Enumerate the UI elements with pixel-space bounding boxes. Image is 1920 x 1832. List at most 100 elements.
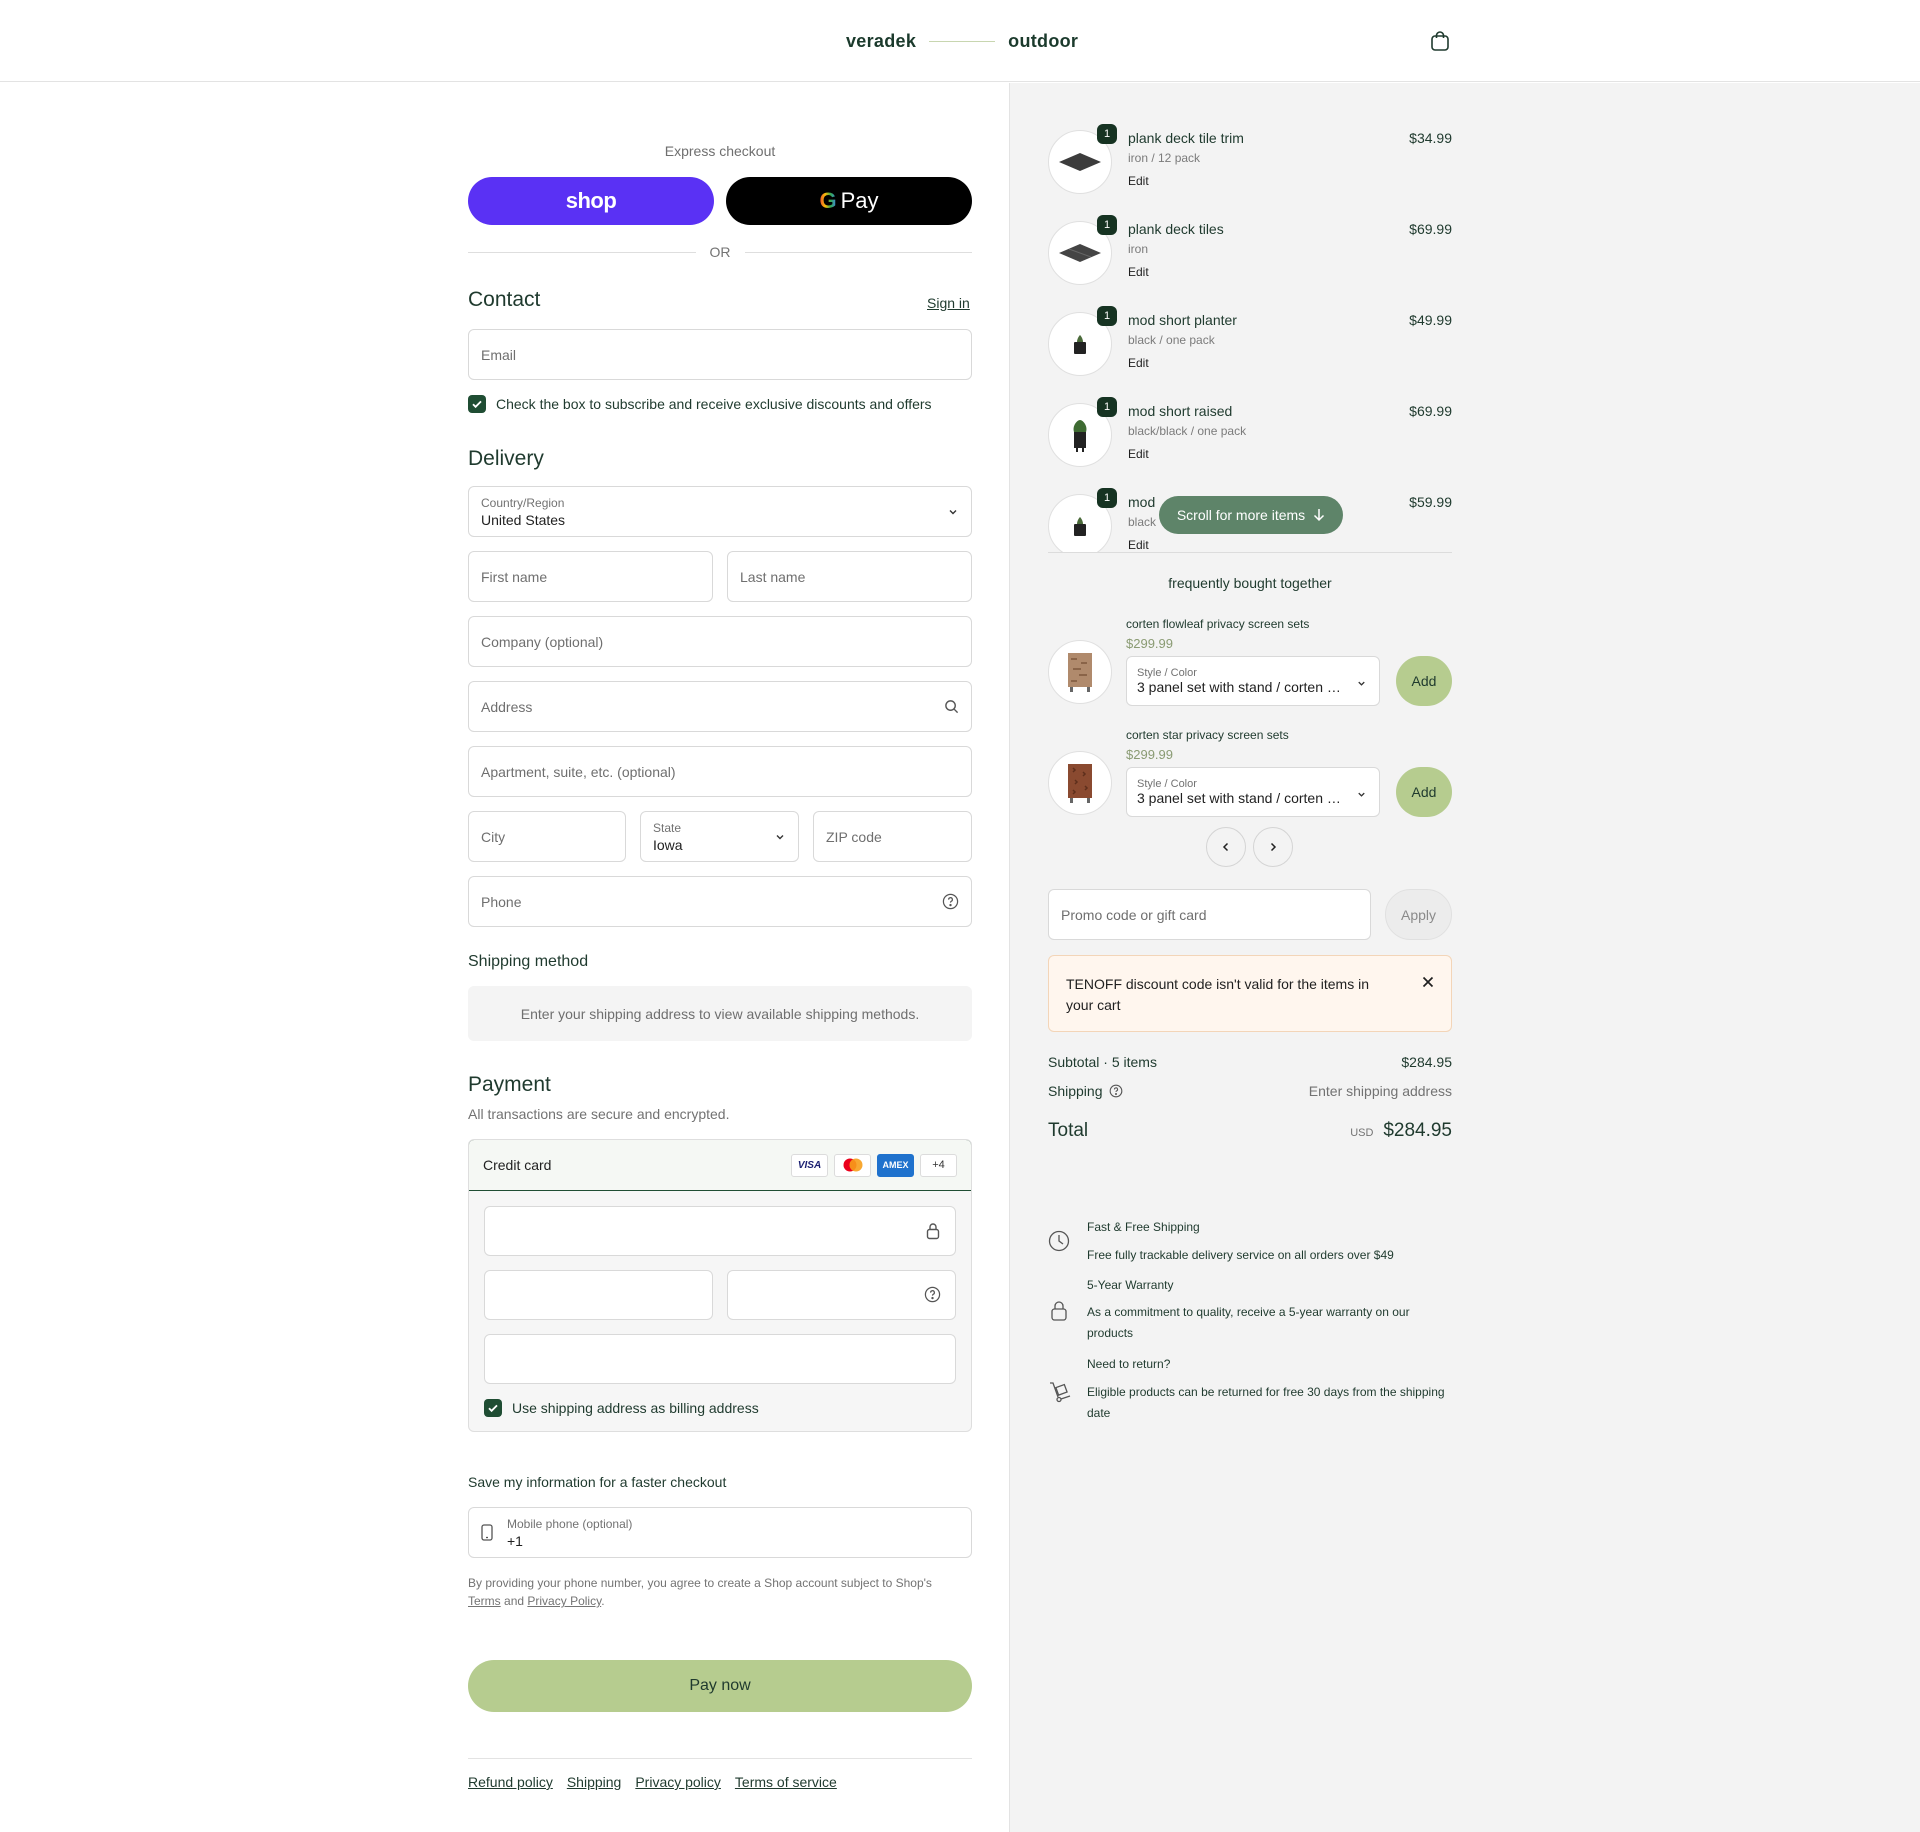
mobile-phone-field[interactable]: Mobile phone (optional) +1 — [468, 1507, 972, 1558]
fbt-add-label: Add — [1411, 673, 1437, 689]
mastercard-icon — [834, 1153, 871, 1177]
refund-policy-link[interactable]: Refund policy — [468, 1774, 553, 1790]
card-brands: VISA AMEX +4 — [791, 1153, 957, 1177]
subtotal-value: $284.95 — [1401, 1054, 1452, 1070]
total-label: Total — [1048, 1120, 1089, 1141]
fbt-title: frequently bought together — [1168, 575, 1332, 591]
subscribe-checkbox[interactable] — [468, 395, 486, 413]
billing-same-row[interactable]: Use shipping address as billing address — [484, 1399, 759, 1417]
company-placeholder: Company (optional) — [481, 633, 604, 650]
credit-card-panel: Credit card VISA AMEX +4 Use shipping ad… — [468, 1139, 972, 1432]
company-field[interactable]: Company (optional) — [468, 616, 972, 667]
quantity-badge: 1 — [1097, 124, 1117, 144]
shipping-row: Shipping Enter shipping address — [1048, 1083, 1452, 1099]
name-on-card-input[interactable] — [484, 1334, 956, 1384]
terms-of-service-link[interactable]: Terms of service — [735, 1774, 837, 1790]
hand-truck-icon — [1048, 1380, 1072, 1409]
chevron-down-icon — [1356, 787, 1367, 805]
quantity-badge: 1 — [1097, 397, 1117, 417]
scroll-for-more-button[interactable]: Scroll for more items — [1159, 496, 1343, 534]
shipping-method-note: Enter your shipping address to view avai… — [468, 986, 972, 1041]
fbt-style-select[interactable]: Style / Color 3 panel set with stand / c… — [1126, 656, 1380, 706]
promo-placeholder: Promo code or gift card — [1061, 906, 1207, 923]
brand-divider — [929, 40, 996, 42]
billing-same-checkbox[interactable] — [484, 1399, 502, 1417]
carousel-next-button[interactable] — [1253, 827, 1293, 867]
security-code-input[interactable] — [727, 1270, 956, 1320]
express-checkout-label: Express checkout — [664, 143, 776, 159]
item-edit-link[interactable]: Edit — [1128, 265, 1149, 279]
shopping-bag-icon[interactable] — [1428, 29, 1452, 53]
fbt-add-button[interactable]: Add — [1396, 767, 1452, 817]
chevron-down-icon — [1356, 676, 1367, 694]
fbt-select-value: 3 panel set with stand / corten steel — [1137, 679, 1347, 695]
help-circle-icon[interactable] — [942, 893, 959, 910]
shop-pay-label: shop — [565, 188, 617, 213]
carousel-prev-button[interactable] — [1206, 827, 1246, 867]
fbt-style-select[interactable]: Style / Color 3 panel set with stand / c… — [1126, 767, 1380, 817]
subtotal-row: Subtotal · 5 items $284.95 — [1048, 1054, 1452, 1070]
total-value: $284.95 — [1383, 1120, 1452, 1141]
contact-title: Contact — [468, 288, 541, 311]
item-edit-link[interactable]: Edit — [1128, 356, 1149, 370]
promo-code-input[interactable]: Promo code or gift card — [1048, 889, 1371, 940]
fbt-add-button[interactable]: Add — [1396, 656, 1452, 706]
shipping-value: Enter shipping address — [1308, 1083, 1452, 1099]
close-icon[interactable] — [1422, 976, 1434, 988]
privacy-policy-link[interactable]: Privacy policy — [635, 1774, 721, 1790]
subscribe-row[interactable]: Check the box to subscribe and receive e… — [468, 395, 932, 413]
help-circle-icon[interactable] — [1109, 1084, 1123, 1098]
email-field[interactable]: Email — [468, 329, 972, 380]
benefit-title: Need to return? — [1087, 1357, 1171, 1371]
zip-field[interactable]: ZIP code — [813, 811, 972, 862]
city-field[interactable]: City — [468, 811, 626, 862]
benefit-title: Fast & Free Shipping — [1087, 1220, 1200, 1234]
zip-placeholder: ZIP code — [826, 828, 882, 845]
apartment-field[interactable]: Apartment, suite, etc. (optional) — [468, 746, 972, 797]
google-pay-label: Pay — [840, 188, 879, 213]
payment-title: Payment — [468, 1073, 551, 1096]
pay-now-button[interactable]: Pay now — [468, 1660, 972, 1712]
or-label: OR — [709, 244, 731, 260]
benefit-title: 5-Year Warranty — [1087, 1278, 1174, 1292]
item-price: $69.99 — [1409, 221, 1452, 237]
item-name: mod short planter — [1128, 312, 1237, 328]
item-name: plank deck tile trim — [1128, 130, 1244, 146]
email-placeholder: Email — [481, 346, 517, 363]
quantity-badge: 1 — [1097, 306, 1117, 326]
apply-promo-button[interactable]: Apply — [1385, 889, 1452, 940]
country-select[interactable]: Country/Region United States — [468, 486, 972, 537]
google-pay-button[interactable]: G Pay — [726, 177, 972, 225]
state-select[interactable]: State Iowa — [640, 811, 799, 862]
last-name-field[interactable]: Last name — [727, 551, 972, 602]
payment-subtitle: All transactions are secure and encrypte… — [468, 1106, 730, 1122]
more-cards-badge: +4 — [920, 1153, 957, 1177]
shipping-link[interactable]: Shipping — [567, 1774, 622, 1790]
brand-logo[interactable]: veradek outdoor — [846, 28, 1078, 54]
subtotal-label: Subtotal · 5 items — [1048, 1054, 1157, 1070]
help-circle-icon[interactable] — [924, 1286, 941, 1308]
state-label: State — [653, 820, 682, 835]
cart-items-list[interactable]: 1 plank deck tile trim iron / 12 pack Ed… — [1048, 120, 1452, 553]
shop-pay-button[interactable]: shop — [468, 177, 714, 225]
item-edit-link[interactable]: Edit — [1128, 174, 1149, 188]
search-icon — [944, 699, 959, 714]
google-g-icon: G — [819, 188, 837, 213]
quantity-badge: 1 — [1097, 488, 1117, 508]
shop-legal-text: By providing your phone number, you agre… — [468, 1574, 972, 1610]
expiration-date-input[interactable] — [484, 1270, 713, 1320]
credit-card-option[interactable]: Credit card VISA AMEX +4 — [469, 1140, 971, 1191]
terms-link[interactable]: Terms — [468, 1594, 501, 1608]
shipping-method-title: Shipping method — [468, 953, 589, 970]
item-edit-link[interactable]: Edit — [1128, 447, 1149, 461]
privacy-policy-link[interactable]: Privacy Policy — [527, 1594, 601, 1608]
first-name-field[interactable]: First name — [468, 551, 713, 602]
address-field[interactable]: Address — [468, 681, 972, 732]
chevron-down-icon — [947, 506, 959, 518]
sign-in-link[interactable]: Sign in — [927, 295, 970, 311]
item-price: $49.99 — [1409, 312, 1452, 328]
card-number-input[interactable] — [484, 1206, 956, 1256]
item-edit-link[interactable]: Edit — [1128, 538, 1149, 552]
phone-field[interactable]: Phone — [468, 876, 972, 927]
fbt-item-name: corten flowleaf privacy screen sets — [1126, 617, 1310, 631]
